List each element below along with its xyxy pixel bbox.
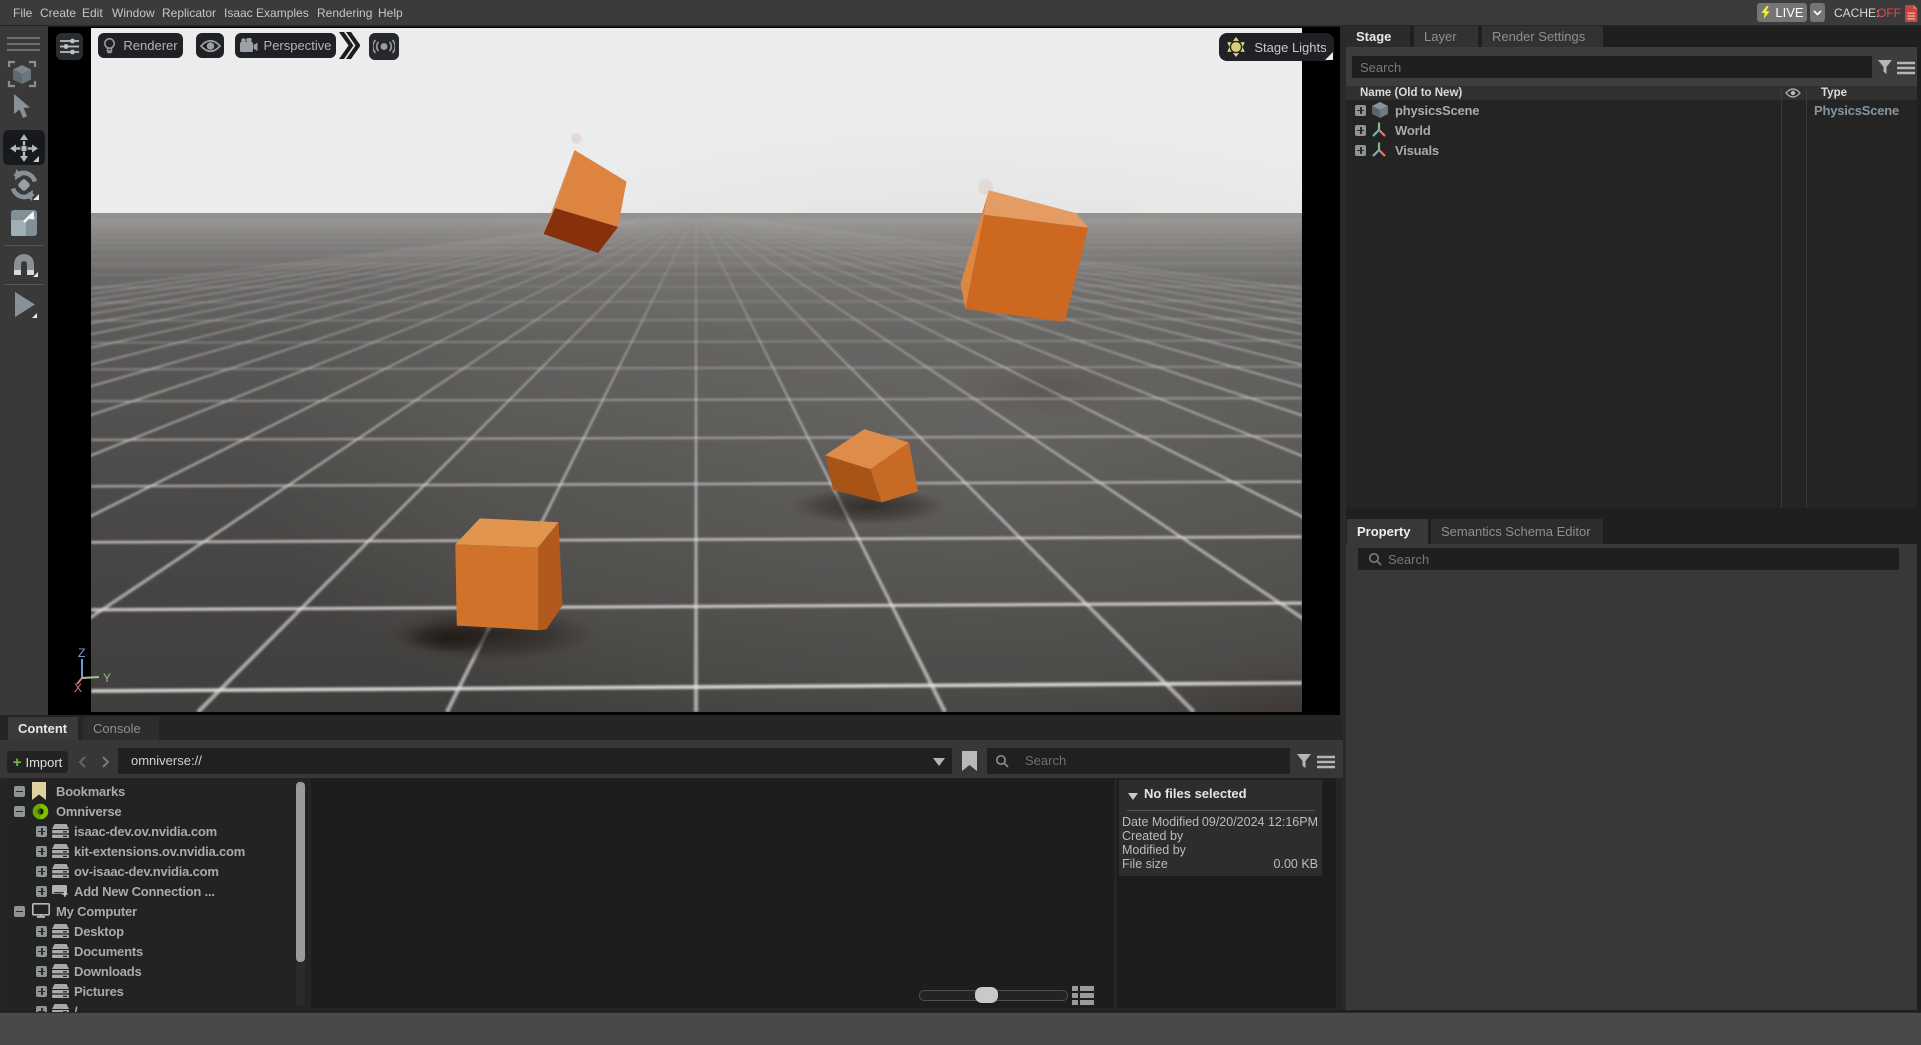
svg-text:Y: Y (103, 671, 111, 685)
svg-text:X: X (74, 681, 82, 695)
svg-text:Z: Z (78, 647, 85, 660)
